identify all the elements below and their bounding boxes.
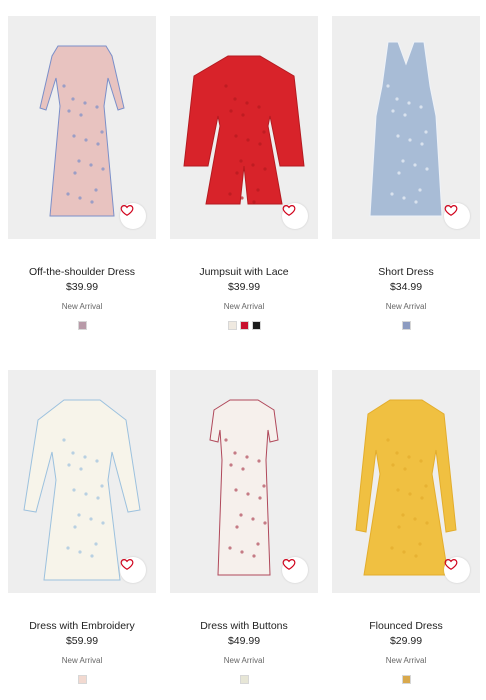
favorite-button[interactable] [120,203,146,229]
heart-icon [444,205,458,216]
color-swatch[interactable] [77,321,87,330]
new-arrival-badge: New Arrival [385,302,427,311]
product-price: $39.99 [227,281,261,293]
heart-icon [282,205,296,216]
favorite-button[interactable] [120,557,146,583]
product-price: $59.99 [65,635,99,647]
new-arrival-badge: New Arrival [223,302,265,311]
product-name[interactable]: Jumpsuit with Lace [170,265,318,279]
product-image[interactable] [332,16,480,239]
product-price: $39.99 [65,281,99,293]
heart-icon [444,559,458,570]
color-swatch[interactable] [401,321,411,330]
color-swatch[interactable] [239,675,249,684]
color-swatch[interactable] [401,675,411,684]
color-swatch[interactable] [77,675,87,684]
heart-icon [282,559,296,570]
new-arrival-badge: New Arrival [385,656,427,665]
product-name[interactable]: Dress with Buttons [170,619,318,633]
product-image[interactable] [8,370,156,593]
product-image[interactable] [332,370,480,593]
color-swatch[interactable] [227,321,237,330]
product-card[interactable]: Dress with Buttons $49.99 New Arrival [170,370,318,700]
product-name[interactable]: Off-the-shoulder Dress [8,265,156,279]
product-name[interactable]: Short Dress [332,265,480,279]
product-card[interactable]: Flounced Dress $29.99 New Arrival [332,370,480,700]
product-grid: Off-the-shoulder Dress $39.99 New Arriva… [8,16,480,700]
favorite-button[interactable] [444,557,470,583]
color-swatches [332,321,480,330]
product-card[interactable]: Off-the-shoulder Dress $39.99 New Arriva… [8,16,156,370]
color-swatches [8,675,156,684]
color-swatch[interactable] [239,321,249,330]
product-card[interactable]: Dress with Embroidery $59.99 New Arrival [8,370,156,700]
favorite-button[interactable] [282,203,308,229]
product-price: $34.99 [389,281,423,293]
new-arrival-badge: New Arrival [61,656,103,665]
product-image[interactable] [8,16,156,239]
product-name[interactable]: Dress with Embroidery [8,619,156,633]
color-swatches [170,321,318,330]
color-swatches [8,321,156,330]
color-swatches [332,675,480,684]
product-image[interactable] [170,16,318,239]
color-swatch[interactable] [251,321,261,330]
product-name[interactable]: Flounced Dress [332,619,480,633]
product-card[interactable]: Jumpsuit with Lace $39.99 New Arrival [170,16,318,370]
favorite-button[interactable] [282,557,308,583]
product-image[interactable] [170,370,318,593]
new-arrival-badge: New Arrival [223,656,265,665]
product-card[interactable]: Short Dress $34.99 New Arrival [332,16,480,370]
favorite-button[interactable] [444,203,470,229]
new-arrival-badge: New Arrival [61,302,103,311]
heart-icon [120,559,134,570]
product-price: $49.99 [227,635,261,647]
color-swatches [170,675,318,684]
heart-icon [120,205,134,216]
product-price: $29.99 [389,635,423,647]
